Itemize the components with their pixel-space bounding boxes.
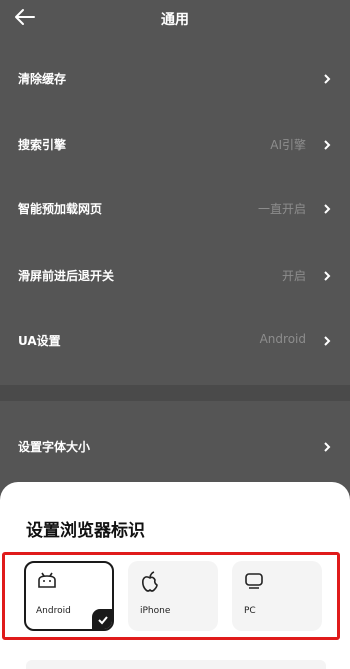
- next-section-hint: [26, 660, 326, 669]
- setting-label: 智能预加载网页: [18, 202, 103, 216]
- ua-option-android[interactable]: Android: [24, 561, 114, 631]
- setting-font-size[interactable]: 设置字体大小: [0, 430, 350, 464]
- setting-value: 开启: [281, 269, 306, 283]
- apple-icon: [140, 571, 160, 592]
- sheet-title: 设置浏览器标识: [26, 521, 145, 541]
- setting-ua[interactable]: UA设置 Android: [0, 324, 350, 358]
- setting-label: 滑屏前进后退开关: [18, 269, 115, 283]
- page-title: 通用: [161, 12, 189, 28]
- chevron-right-icon: [322, 268, 332, 282]
- option-label: iPhone: [140, 606, 171, 616]
- chevron-right-icon: [322, 201, 332, 215]
- ua-bottom-sheet: 设置浏览器标识 Android iPhone PC: [0, 482, 350, 669]
- ua-option-iphone[interactable]: iPhone: [128, 561, 218, 631]
- setting-clear-cache[interactable]: 清除缓存: [0, 62, 350, 96]
- setting-label: 搜索引擎: [18, 138, 67, 152]
- chevron-right-icon: [322, 439, 332, 453]
- setting-swipe-nav[interactable]: 滑屏前进后退开关 开启: [0, 259, 350, 293]
- setting-label: 设置字体大小: [18, 440, 91, 454]
- setting-search-engine[interactable]: 搜索引擎 AI引擎: [0, 128, 350, 162]
- monitor-icon: [244, 571, 264, 591]
- setting-label: UA设置: [18, 334, 61, 348]
- setting-value: Android: [259, 332, 306, 346]
- android-icon: [36, 571, 56, 591]
- top-bar: 通用: [0, 0, 350, 36]
- ua-option-pc[interactable]: PC: [232, 561, 322, 631]
- option-label: Android: [36, 606, 71, 616]
- option-label: PC: [244, 606, 256, 616]
- section-divider: [0, 385, 350, 401]
- check-icon: [92, 609, 112, 629]
- setting-value: AI引擎: [270, 138, 306, 152]
- chevron-right-icon: [322, 137, 332, 151]
- chevron-right-icon: [322, 333, 332, 347]
- setting-label: 清除缓存: [18, 72, 67, 86]
- chevron-right-icon: [322, 71, 332, 85]
- setting-value: 一直开启: [257, 202, 306, 216]
- setting-preload[interactable]: 智能预加载网页 一直开启: [0, 192, 350, 226]
